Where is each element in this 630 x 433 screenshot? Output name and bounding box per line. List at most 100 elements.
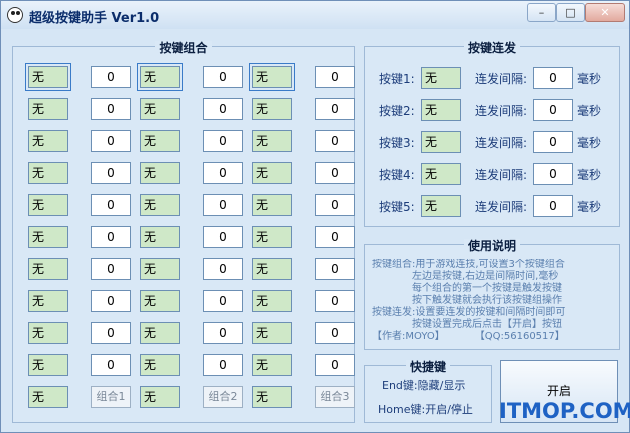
burst-key-field[interactable]: 无: [421, 131, 461, 153]
combo-key-field[interactable]: 无: [140, 322, 180, 344]
hotkey-home-label: Home键:开启/停止: [378, 403, 473, 416]
combo-key-field[interactable]: 无: [140, 354, 180, 376]
burst-key-field[interactable]: 无: [421, 67, 461, 89]
combo-interval-field[interactable]: 0: [315, 226, 355, 248]
combo-key-field[interactable]: 无: [140, 98, 180, 120]
burst-interval-field[interactable]: 0: [533, 163, 573, 185]
burst-group: 按键连发 按键1: 无连发间隔: 0 毫秒 按键2: 无连发间隔: 0 毫秒 按键3: 无连发间隔…: [364, 41, 620, 227]
combo-trigger-key-field[interactable]: 无: [252, 386, 292, 408]
window-title: 超级按键助手 Ver1.0: [29, 11, 160, 26]
combo-interval-field[interactable]: 0: [91, 322, 131, 344]
combo-interval-field[interactable]: 0: [203, 130, 243, 152]
combo-key-field[interactable]: 无: [28, 290, 68, 312]
combo-interval-field[interactable]: 0: [315, 194, 355, 216]
help-group-title: 使用说明: [463, 239, 520, 253]
help-group: 使用说明 按键组合:用于游戏连技,可设置3个按键组合 左边是按键,右边是间隔时间…: [364, 239, 620, 350]
combo-interval-field[interactable]: 0: [315, 290, 355, 312]
combo-trigger-key-field[interactable]: 无: [140, 386, 180, 408]
combo-key-field[interactable]: 无: [140, 194, 180, 216]
burst-unit-label: 毫秒: [577, 136, 602, 150]
combo-interval-field[interactable]: 0: [203, 354, 243, 376]
combo-interval-field[interactable]: 0: [315, 66, 355, 88]
combo-key-field[interactable]: 无: [252, 98, 292, 120]
combo-key-field[interactable]: 无: [252, 322, 292, 344]
combo-interval-field[interactable]: 0: [203, 258, 243, 280]
combo-interval-field[interactable]: 0: [203, 66, 243, 88]
combo-interval-field[interactable]: 0: [315, 258, 355, 280]
combo-interval-field[interactable]: 0: [91, 354, 131, 376]
combo-group-title: 按键组合: [155, 41, 212, 55]
combo-interval-field[interactable]: 0: [203, 162, 243, 184]
combo-key-field[interactable]: 无: [137, 63, 183, 91]
title-bar[interactable]: 超级按键助手 Ver1.0 – □ ✕: [1, 1, 629, 29]
combo-2-button[interactable]: 组合2: [203, 386, 243, 408]
burst-key-label: 按键2:: [379, 104, 415, 118]
burst-interval-field[interactable]: 0: [533, 67, 573, 89]
combo-key-field[interactable]: 无: [140, 130, 180, 152]
combo-key-field[interactable]: 无: [252, 162, 292, 184]
combo-interval-field[interactable]: 0: [91, 194, 131, 216]
combo-3-button[interactable]: 组合3: [315, 386, 355, 408]
hotkeys-group-title: 快捷键: [405, 360, 450, 374]
combo-key-field[interactable]: 无: [252, 194, 292, 216]
combo-interval-field[interactable]: 0: [91, 98, 131, 120]
combo-interval-field[interactable]: 0: [315, 162, 355, 184]
burst-interval-field[interactable]: 0: [533, 131, 573, 153]
help-line: 按键设置完成后点击【开启】按钮: [372, 319, 562, 330]
combo-key-field[interactable]: 无: [28, 354, 68, 376]
burst-interval-field[interactable]: 0: [533, 99, 573, 121]
close-button[interactable]: ✕: [585, 3, 625, 22]
watermark-logo: ITMOP.COM: [499, 399, 630, 423]
combo-interval-field[interactable]: 0: [315, 354, 355, 376]
combo-interval-field[interactable]: 0: [91, 226, 131, 248]
combo-interval-field[interactable]: 0: [315, 322, 355, 344]
combo-interval-field[interactable]: 0: [203, 98, 243, 120]
combo-key-field[interactable]: 无: [28, 226, 68, 248]
combo-1-button[interactable]: 组合1: [91, 386, 131, 408]
app-window: 超级按键助手 Ver1.0 – □ ✕ 按键组合 无0无0无0无0无0无0无0无…: [0, 0, 630, 433]
combo-interval-field[interactable]: 0: [203, 290, 243, 312]
combo-key-field[interactable]: 无: [28, 322, 68, 344]
burst-key-field[interactable]: 无: [421, 163, 461, 185]
combo-interval-field[interactable]: 0: [91, 290, 131, 312]
burst-key-label: 按键1:: [379, 72, 415, 86]
help-line: 按键连发:设置要连发的按键和间隔时间即可: [372, 307, 566, 318]
combo-key-field[interactable]: 无: [252, 258, 292, 280]
combo-key-field[interactable]: 无: [28, 194, 68, 216]
combo-interval-field[interactable]: 0: [315, 130, 355, 152]
combo-key-field[interactable]: 无: [28, 258, 68, 280]
burst-interval-field[interactable]: 0: [533, 195, 573, 217]
burst-key-field[interactable]: 无: [421, 99, 461, 121]
combo-group: 按键组合 无0无0无0无0无0无0无0无0无0无0无0无0无0无0无0无0无0无…: [12, 41, 355, 423]
combo-key-field[interactable]: 无: [252, 354, 292, 376]
combo-key-field[interactable]: 无: [252, 130, 292, 152]
combo-interval-field[interactable]: 0: [203, 322, 243, 344]
combo-key-field[interactable]: 无: [28, 98, 68, 120]
combo-interval-field[interactable]: 0: [203, 194, 243, 216]
combo-key-field[interactable]: 无: [252, 290, 292, 312]
combo-interval-field[interactable]: 0: [91, 130, 131, 152]
burst-key-field[interactable]: 无: [421, 195, 461, 217]
combo-interval-field[interactable]: 0: [91, 162, 131, 184]
combo-key-field[interactable]: 无: [252, 226, 292, 248]
combo-interval-field[interactable]: 0: [91, 258, 131, 280]
combo-key-field[interactable]: 无: [25, 63, 71, 91]
combo-interval-field[interactable]: 0: [315, 98, 355, 120]
burst-unit-label: 毫秒: [577, 104, 602, 118]
combo-key-field[interactable]: 无: [28, 130, 68, 152]
burst-interval-label: 连发间隔:: [475, 104, 528, 118]
burst-unit-label: 毫秒: [577, 168, 602, 182]
combo-interval-field[interactable]: 0: [203, 226, 243, 248]
maximize-button[interactable]: □: [556, 3, 585, 22]
combo-key-field[interactable]: 无: [249, 63, 295, 91]
combo-key-field[interactable]: 无: [140, 226, 180, 248]
minimize-button[interactable]: –: [527, 3, 556, 22]
combo-trigger-key-field[interactable]: 无: [28, 386, 68, 408]
combo-key-field[interactable]: 无: [140, 258, 180, 280]
combo-key-field[interactable]: 无: [140, 290, 180, 312]
combo-key-field[interactable]: 无: [28, 162, 68, 184]
burst-unit-label: 毫秒: [577, 72, 602, 86]
combo-interval-field[interactable]: 0: [91, 66, 131, 88]
burst-key-label: 按键5:: [379, 200, 415, 214]
combo-key-field[interactable]: 无: [140, 162, 180, 184]
